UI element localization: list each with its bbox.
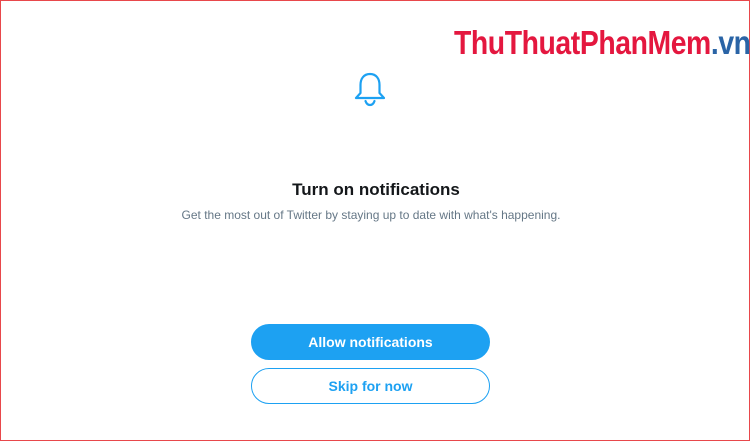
watermark-part-3: .vn [710, 24, 750, 61]
bell-icon [353, 71, 387, 107]
watermark-logo: ThuThuatPhanMem.vn [454, 25, 750, 61]
watermark-part-1: ThuThuat [454, 24, 580, 61]
notification-prompt-window: ThuThuatPhanMem.vn Turn on notifications… [0, 0, 750, 441]
page-description: Get the most out of Twitter by staying u… [181, 208, 561, 222]
skip-for-now-button[interactable]: Skip for now [251, 368, 490, 404]
page-title: Turn on notifications [292, 180, 460, 199]
watermark-part-2: PhanMem [579, 24, 711, 61]
allow-notifications-button[interactable]: Allow notifications [251, 324, 490, 360]
